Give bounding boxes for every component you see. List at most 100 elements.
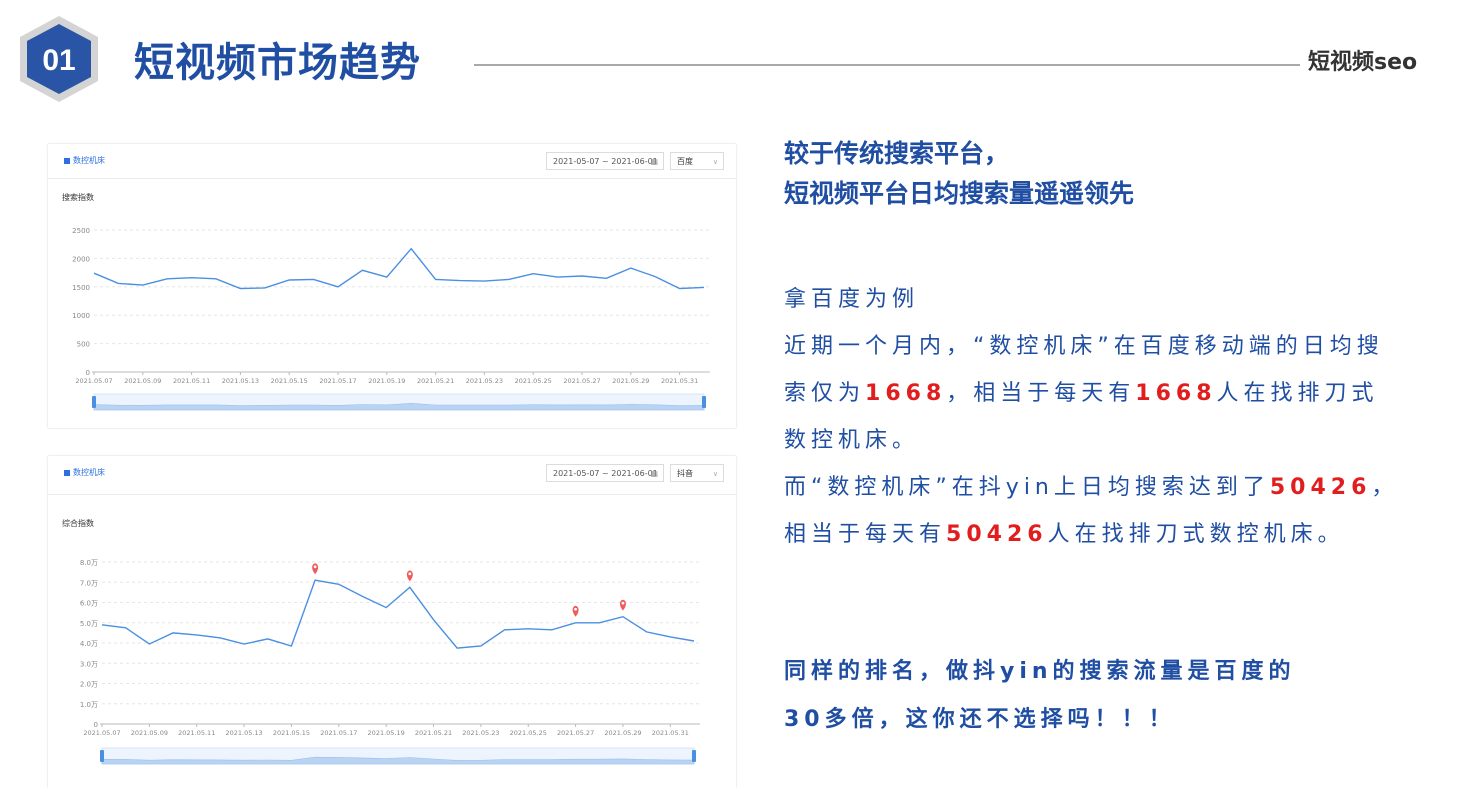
x-tick-label: 2021.05.09 — [131, 729, 168, 737]
data-point — [172, 632, 174, 634]
conclusion: 同样的排名，做抖yin的搜索流量是百度的 30多倍，这你还不选择吗！！！ — [784, 648, 1404, 744]
section-number: 01 — [42, 44, 75, 77]
marker-shape — [572, 605, 579, 617]
data-point — [480, 645, 482, 647]
data-point — [646, 631, 648, 633]
data-point — [459, 280, 461, 282]
map-pin-icon — [406, 570, 413, 582]
x-tick-label: 2021.05.19 — [368, 377, 405, 385]
text-span: ，相当于每天有 — [946, 381, 1136, 406]
data-point — [239, 288, 241, 290]
data-point — [313, 278, 315, 280]
y-tick-label: 2.0万 — [80, 681, 98, 689]
y-tick-label: 500 — [77, 341, 90, 349]
data-point — [93, 272, 95, 274]
data-point — [693, 640, 695, 642]
baidu-daily-count: 1668 — [865, 381, 947, 406]
data-point — [557, 276, 559, 278]
paragraph-body: 近期一个月内，“数控机床”在百度移动端的日均搜索仅为1668，相当于每天有166… — [784, 323, 1404, 464]
x-tick-label: 2021.05.31 — [661, 377, 698, 385]
data-point — [385, 607, 387, 609]
map-pin-icon — [572, 605, 579, 617]
data-point — [337, 286, 339, 288]
marker-dot — [313, 565, 317, 569]
baidu-index-panel: 数控机床 2021-05-07 ~ 2021-06-01 ▦ 百度 ∨ 搜索指数 0… — [48, 144, 736, 428]
data-point — [191, 277, 193, 279]
data-point — [483, 280, 485, 282]
y-tick-label: 5.0万 — [80, 620, 98, 628]
y-tick-label: 1.0万 — [80, 701, 98, 709]
x-tick-label: 2021.05.29 — [612, 377, 649, 385]
y-tick-label: 7.0万 — [80, 579, 98, 587]
marker-shape — [406, 570, 413, 582]
series-line — [93, 247, 705, 290]
data-point — [508, 278, 510, 280]
data-point — [598, 622, 600, 624]
brand-label: 短视频seo — [1308, 50, 1418, 75]
data-point — [630, 267, 632, 269]
x-tick-label: 2021.05.27 — [557, 729, 594, 737]
text-span: 而“数控机床”在抖yin上日均搜索达到了 — [784, 475, 1270, 500]
conclusion-line-2: 30多倍，这你还不选择吗！！！ — [784, 707, 1176, 732]
page-title: 短视频市场趋势 — [134, 40, 421, 86]
headline: 较于传统搜索平台， 短视频平台日均搜索量遥遥领先 — [784, 134, 1134, 214]
data-point — [551, 629, 553, 631]
baidu-line-chart: 0 500 1000 1500 2000 2500 2021.05.07 2021.05.09… — [72, 227, 710, 411]
data-point — [433, 619, 435, 621]
y-tick-label: 3.0万 — [80, 660, 98, 668]
data-point — [504, 629, 506, 631]
range-slider-handle-left[interactable] — [92, 396, 96, 408]
x-tick-label: 2021.05.23 — [462, 729, 499, 737]
x-tick-label: 2021.05.11 — [178, 729, 215, 737]
data-point — [288, 279, 290, 281]
range-slider-handle-right[interactable] — [702, 396, 706, 408]
marker-dot — [574, 607, 577, 611]
y-tick-label: 2000 — [72, 255, 90, 263]
headline-line-2: 短视频平台日均搜索量遥遥领先 — [784, 179, 1135, 208]
y-tick-label: 1000 — [72, 312, 90, 320]
data-point — [575, 622, 577, 624]
range-slider-handle-right[interactable] — [692, 750, 696, 762]
data-point — [679, 288, 681, 290]
paragraph-body-2: 而“数控机床”在抖yin上日均搜索达到了50426，相当于每天有50426人在找… — [784, 464, 1404, 558]
section-number-badge: 01 — [14, 12, 104, 106]
data-point — [243, 643, 245, 645]
x-tick-label: 2021.05.27 — [563, 377, 600, 385]
data-point — [581, 275, 583, 277]
x-tick-label: 2021.05.13 — [225, 729, 262, 737]
x-tick-label: 2021.05.13 — [222, 377, 259, 385]
x-tick-label: 2021.05.15 — [271, 377, 308, 385]
x-tick-label: 2021.05.17 — [319, 377, 356, 385]
data-point — [196, 634, 198, 636]
range-slider-handle-left[interactable] — [100, 750, 104, 762]
x-tick-label: 2021.05.25 — [510, 729, 547, 737]
data-point — [410, 248, 412, 250]
data-point — [703, 286, 705, 288]
y-tick-label: 6.0万 — [80, 600, 98, 608]
data-point — [219, 637, 221, 639]
data-point — [527, 628, 529, 630]
data-point — [409, 586, 411, 588]
baidu-paragraph: 拿百度为例 近期一个月内，“数控机床”在百度移动端的日均搜索仅为1668，相当于… — [784, 276, 1404, 558]
marker-dot — [408, 572, 412, 576]
data-point — [386, 276, 388, 278]
y-tick-label: 0 — [94, 721, 98, 729]
paragraph-lead: 拿百度为例 — [784, 287, 920, 312]
data-point — [532, 273, 534, 275]
data-point — [338, 583, 340, 585]
data-point — [142, 284, 144, 286]
x-tick-label: 2021.05.21 — [415, 729, 452, 737]
data-point — [314, 579, 316, 581]
data-point — [605, 277, 607, 279]
x-tick-label: 2021.05.23 — [466, 377, 503, 385]
x-tick-label: 2021.05.29 — [604, 729, 641, 737]
conclusion-line-1: 同样的排名，做抖yin的搜索流量是百度的 — [784, 659, 1296, 684]
data-point — [622, 616, 624, 618]
data-point — [361, 595, 363, 597]
marker-shape — [619, 599, 626, 611]
data-point — [215, 278, 217, 280]
headline-line-1: 较于传统搜索平台， — [784, 139, 1010, 168]
data-point — [117, 282, 119, 284]
series-line — [101, 579, 695, 649]
y-tick-label: 2500 — [72, 227, 90, 235]
